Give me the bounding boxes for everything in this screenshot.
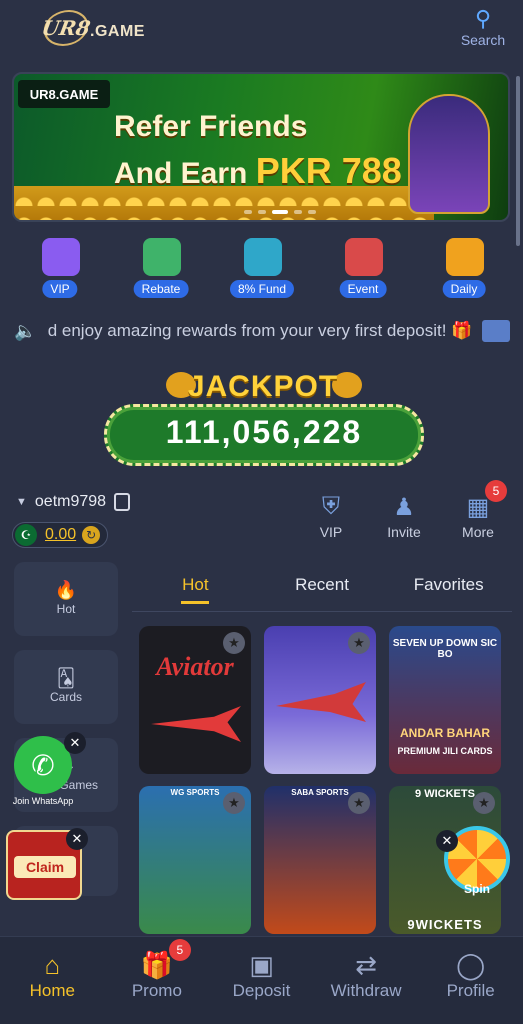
balance-pill: ☪ 0.00 ↻ — [12, 522, 108, 548]
search-button[interactable]: ⚲ Search — [455, 6, 511, 48]
genie-image — [408, 94, 490, 214]
home-icon: ⌂ — [44, 950, 61, 980]
fund-icon — [244, 238, 282, 276]
nav-withdraw-label: Withdraw — [330, 981, 402, 1000]
nav-deposit-label: Deposit — [232, 981, 291, 1000]
search-icon: ⚲ — [474, 6, 492, 31]
carousel-dots[interactable] — [244, 210, 316, 214]
banner-logo: UR8.GAME — [18, 80, 110, 108]
caret-down-icon: ▼ — [16, 496, 27, 508]
vip-shield-icon: ⛨ — [322, 493, 340, 520]
nav-profile[interactable]: ◯ Profile — [421, 937, 521, 1024]
game-card-wg-sports[interactable]: WG SPORTS ★ — [139, 786, 251, 934]
event-icon — [345, 238, 383, 276]
username: oetm9798 — [34, 493, 107, 510]
jackpot-panel: JACKPOT 111,056,228 — [104, 370, 424, 468]
tab-hot[interactable]: Hot — [132, 566, 259, 611]
plane-image — [151, 706, 241, 742]
calendar-icon — [446, 238, 484, 276]
game-card-andar-bahar[interactable]: SEVEN UP DOWN SIC BO ANDAR BAHAR PREMIUM… — [389, 626, 501, 774]
game-tabs: Hot Recent Favorites — [132, 566, 512, 612]
app-logo[interactable]: UR8 .GAME — [40, 8, 154, 48]
favorite-star-icon[interactable]: ★ — [348, 632, 370, 654]
promo-banner[interactable]: UR8.GAME Refer Friends And Earn PKR 788 — [12, 72, 510, 222]
nav-profile-label: Profile — [446, 981, 495, 1000]
favorite-star-icon[interactable]: ★ — [223, 792, 245, 814]
spin-label: Spin — [464, 882, 490, 896]
marquee-text: d enjoy amazing rewards from your very f… — [47, 321, 473, 340]
coins-image — [14, 186, 434, 220]
jackpot-value: 111,056,228 — [165, 414, 363, 450]
category-cards[interactable]: 🂡 Cards — [14, 650, 118, 724]
announcement-marquee: 🔈 d enjoy amazing rewards from your very… — [14, 314, 510, 348]
plane-image — [276, 682, 366, 722]
profile-icon: ◯ — [456, 950, 486, 980]
game-top-label: SEVEN UP DOWN SIC BO — [392, 638, 498, 660]
withdraw-icon: ⇄ — [355, 950, 377, 980]
wallet-icon: ▣ — [249, 950, 274, 980]
logo-mark: UR8 — [40, 10, 92, 46]
balance-amount: 0.00 — [45, 526, 77, 543]
category-hot[interactable]: 🔥 Hot — [14, 562, 118, 636]
quick-link-rebate[interactable]: Rebate — [121, 236, 201, 300]
game-card-aviator[interactable]: Aviator ★ — [139, 626, 251, 774]
game-logo-text: 9WICKETS — [407, 917, 483, 932]
gift-icon: 🎁 — [140, 950, 174, 980]
quick-link-vip[interactable]: VIP — [20, 236, 100, 300]
game-title: ANDAR BAHAR — [400, 726, 490, 740]
pakistan-flag-icon: ☪ — [15, 524, 37, 546]
jackpot-title: JACKPOT — [187, 370, 339, 403]
tab-favorites[interactable]: Favorites — [385, 566, 512, 611]
claim-label: Claim — [14, 856, 76, 878]
more-badge: 5 — [485, 480, 507, 502]
promo-badge: 5 — [168, 939, 191, 961]
category-label: Cards — [49, 690, 82, 704]
cards-icon: 🂡 — [56, 668, 76, 688]
category-label: Hot — [56, 602, 76, 616]
whatsapp-label: Join WhatsApp — [12, 796, 74, 806]
quick-links: VIP Rebate 8% Fund Event Daily — [20, 236, 504, 300]
banner-amount: PKR 788 — [255, 150, 402, 191]
nav-deposit[interactable]: ▣ Deposit — [211, 937, 311, 1024]
action-invite-label: Invite — [387, 524, 421, 540]
logo-text: .GAME — [90, 23, 145, 40]
mail-icon[interactable] — [482, 320, 510, 342]
nav-promo-label: Promo — [131, 981, 182, 1000]
favorite-star-icon[interactable]: ★ — [348, 792, 370, 814]
nav-home-label: Home — [29, 981, 75, 1000]
rebate-icon — [143, 238, 181, 276]
bottom-nav: ⌂ Home 🎁 Promo 5 ▣ Deposit ⇄ Withdraw ◯ … — [0, 936, 523, 1024]
account-row[interactable]: ▼ oetm9798 — [16, 490, 131, 514]
close-claim-icon[interactable]: ✕ — [66, 828, 88, 850]
action-vip[interactable]: ⛨ VIP — [304, 490, 358, 540]
nav-withdraw[interactable]: ⇄ Withdraw — [316, 937, 416, 1024]
nav-promo[interactable]: 🎁 Promo 5 — [107, 937, 207, 1024]
action-more-label: More — [462, 524, 494, 540]
quick-link-fund[interactable]: 8% Fund — [222, 236, 302, 300]
favorite-star-icon[interactable]: ★ — [223, 632, 245, 654]
action-more[interactable]: ▦ More 5 — [451, 480, 507, 540]
game-card-crash[interactable]: ★ — [264, 626, 376, 774]
refresh-icon[interactable]: ↻ — [82, 526, 101, 544]
nav-home[interactable]: ⌂ Home — [2, 937, 102, 1024]
vip-icon — [42, 238, 80, 276]
tab-recent[interactable]: Recent — [259, 566, 386, 611]
action-vip-label: VIP — [319, 524, 343, 540]
search-label: Search — [460, 32, 506, 48]
speaker-icon: 🔈 — [14, 320, 37, 341]
scrollbar[interactable] — [516, 76, 520, 246]
favorite-star-icon[interactable]: ★ — [473, 792, 495, 814]
game-title: Aviator — [156, 652, 234, 681]
close-spin-icon[interactable]: ✕ — [436, 830, 458, 852]
copy-icon[interactable] — [114, 493, 131, 511]
people-icon: ♟ — [393, 493, 415, 521]
close-whatsapp-icon[interactable]: ✕ — [64, 732, 86, 754]
quick-link-daily[interactable]: Daily — [424, 236, 504, 300]
game-card-saba-sports[interactable]: SABA SPORTS ★ — [264, 786, 376, 934]
game-subtitle: PREMIUM JILI CARDS — [397, 746, 493, 756]
action-invite[interactable]: ♟ Invite — [377, 490, 431, 541]
fire-icon: 🔥 — [54, 580, 78, 600]
banner-line1: Refer Friends — [114, 110, 308, 143]
quick-link-event[interactable]: Event — [323, 236, 403, 300]
